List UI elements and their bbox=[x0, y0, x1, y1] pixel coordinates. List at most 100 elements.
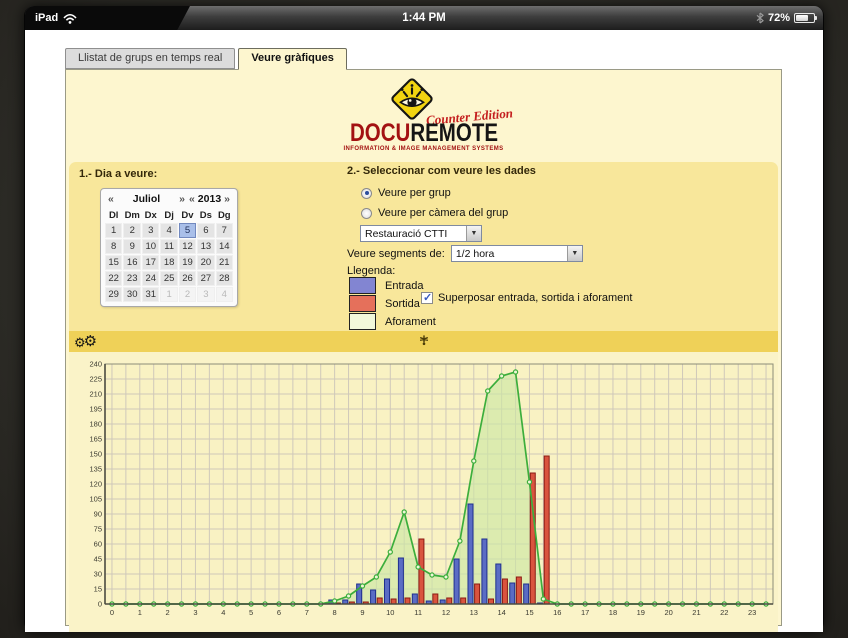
calendar-dayname: Dv bbox=[179, 209, 196, 222]
calendar-day[interactable]: 18 bbox=[160, 255, 177, 270]
calendar-day[interactable]: 1 bbox=[105, 223, 122, 238]
svg-text:15: 15 bbox=[525, 608, 533, 617]
svg-text:165: 165 bbox=[89, 435, 102, 444]
svg-text:105: 105 bbox=[89, 495, 102, 504]
calendar-day[interactable]: 8 bbox=[105, 239, 122, 254]
svg-text:17: 17 bbox=[581, 608, 589, 617]
calendar-month-label: Juliol bbox=[116, 193, 177, 205]
calendar-day[interactable]: 22 bbox=[105, 271, 122, 286]
tab-veure-grafiques[interactable]: Veure gràfiques bbox=[238, 48, 347, 70]
calendar-day[interactable]: 10 bbox=[142, 239, 159, 254]
calendar-day[interactable]: 15 bbox=[105, 255, 122, 270]
svg-text:22: 22 bbox=[720, 608, 728, 617]
svg-text:240: 240 bbox=[89, 360, 102, 369]
svg-text:0: 0 bbox=[110, 608, 114, 617]
controls-section: 1.- Dia a veure: « Juliol » « 2013 » DlD… bbox=[69, 162, 778, 331]
calendar-dayname: Dx bbox=[142, 209, 159, 222]
svg-text:9: 9 bbox=[360, 608, 364, 617]
svg-text:21: 21 bbox=[692, 608, 700, 617]
calendar-day[interactable]: 16 bbox=[123, 255, 141, 270]
radio-label: Veure per grup bbox=[378, 187, 451, 199]
clock: 1:44 PM bbox=[25, 12, 823, 24]
ipad-device-frame: iPad 1:44 PM 72% Llistat de grups en tem… bbox=[24, 6, 824, 632]
svg-text:23: 23 bbox=[748, 608, 756, 617]
segments-label: Veure segments de: bbox=[347, 248, 445, 260]
svg-text:19: 19 bbox=[637, 608, 645, 617]
calendar-day[interactable]: 27 bbox=[197, 271, 214, 286]
calendar-day[interactable]: 4 bbox=[216, 287, 233, 302]
calendar-day[interactable]: 31 bbox=[142, 287, 159, 302]
group-select-value: Restauració CTTI bbox=[361, 226, 466, 241]
calendar-grid: DlDmDxDjDvDsDg 1234567891011121314151617… bbox=[104, 208, 234, 303]
svg-text:225: 225 bbox=[89, 375, 102, 384]
legend-label: Aforament bbox=[376, 316, 436, 328]
tab-bar: Llistat de grups en temps real Veure grà… bbox=[65, 47, 823, 69]
legend-swatch bbox=[349, 277, 376, 294]
radio-button[interactable] bbox=[361, 208, 372, 219]
calendar-day[interactable]: 26 bbox=[179, 271, 196, 286]
radio-veure-per-grup[interactable]: Veure per grup bbox=[361, 187, 451, 199]
overlay-checkbox-row[interactable]: Superposar entrada, sortida i aforament bbox=[421, 292, 632, 304]
calendar-next-month-button[interactable]: » bbox=[177, 193, 187, 205]
calendar-day[interactable]: 11 bbox=[160, 239, 177, 254]
legend-title: Llegenda: bbox=[347, 265, 395, 277]
svg-text:1: 1 bbox=[138, 608, 142, 617]
group-select[interactable]: Restauració CTTI ▼ bbox=[360, 225, 482, 242]
svg-text:11: 11 bbox=[414, 608, 422, 617]
svg-text:20: 20 bbox=[664, 608, 672, 617]
calendar-day[interactable]: 7 bbox=[216, 223, 233, 238]
chart-legend: EntradaSortidaAforament bbox=[349, 277, 436, 331]
legend-label: Entrada bbox=[376, 280, 424, 292]
calendar-day[interactable]: 1 bbox=[160, 287, 177, 302]
calendar-day[interactable]: 3 bbox=[197, 287, 214, 302]
svg-text:14: 14 bbox=[497, 608, 505, 617]
calendar-day[interactable]: 12 bbox=[179, 239, 196, 254]
calendar-day[interactable]: 14 bbox=[216, 239, 233, 254]
svg-text:2: 2 bbox=[166, 608, 170, 617]
calendar-day[interactable]: 30 bbox=[123, 287, 141, 302]
calendar-next-year-button[interactable]: » bbox=[222, 193, 232, 205]
battery-percent: 72% bbox=[768, 12, 790, 24]
segments-select-value: 1/2 hora bbox=[452, 246, 567, 261]
svg-text:30: 30 bbox=[94, 570, 102, 579]
brand-docu: DOCU bbox=[349, 119, 409, 147]
tab-llistat-grups[interactable]: Llistat de grups en temps real bbox=[65, 48, 235, 69]
svg-text:5: 5 bbox=[249, 608, 253, 617]
settings-gear-icon[interactable]: ⚙ bbox=[84, 335, 97, 349]
calendar-day[interactable]: 17 bbox=[142, 255, 159, 270]
radio-veure-per-camera[interactable]: Veure per càmera del grup bbox=[361, 207, 508, 219]
calendar-dayname: Dj bbox=[160, 209, 177, 222]
calendar-day[interactable]: 25 bbox=[160, 271, 177, 286]
overlay-checkbox[interactable] bbox=[421, 292, 433, 304]
calendar-day[interactable]: 23 bbox=[123, 271, 141, 286]
calendar-day[interactable]: 29 bbox=[105, 287, 122, 302]
svg-text:0: 0 bbox=[98, 600, 102, 609]
radio-label: Veure per càmera del grup bbox=[378, 207, 508, 219]
calendar-day[interactable]: 5 bbox=[179, 223, 196, 238]
calendar-day[interactable]: 9 bbox=[123, 239, 141, 254]
calendar-day[interactable]: 19 bbox=[179, 255, 196, 270]
segments-select[interactable]: 1/2 hora ▼ bbox=[451, 245, 583, 262]
chart-toolbar: ⚙ ⚙ bbox=[69, 331, 778, 352]
calendar-prev-month-button[interactable]: « bbox=[106, 193, 116, 205]
collapse-panel-icon[interactable] bbox=[418, 335, 429, 346]
radio-button[interactable] bbox=[361, 188, 372, 199]
calendar-day[interactable]: 6 bbox=[197, 223, 214, 238]
calendar-day[interactable]: 2 bbox=[123, 223, 141, 238]
calendar-prev-year-button[interactable]: « bbox=[187, 193, 197, 205]
calendar-day[interactable]: 3 bbox=[142, 223, 159, 238]
brand-name: DOCUREMOTE bbox=[333, 121, 513, 146]
calendar-day[interactable]: 21 bbox=[216, 255, 233, 270]
overlay-checkbox-label: Superposar entrada, sortida i aforament bbox=[438, 292, 632, 304]
calendar-day[interactable]: 13 bbox=[197, 239, 214, 254]
calendar-day[interactable]: 20 bbox=[197, 255, 214, 270]
svg-text:60: 60 bbox=[94, 540, 102, 549]
day-section-title: 1.- Dia a veure: bbox=[79, 168, 157, 180]
calendar-day[interactable]: 2 bbox=[179, 287, 196, 302]
calendar-day[interactable]: 24 bbox=[142, 271, 159, 286]
calendar-day[interactable]: 28 bbox=[216, 271, 233, 286]
calendar-day[interactable]: 4 bbox=[160, 223, 177, 238]
svg-text:12: 12 bbox=[442, 608, 450, 617]
svg-text:13: 13 bbox=[470, 608, 478, 617]
chevron-down-icon: ▼ bbox=[567, 246, 582, 261]
